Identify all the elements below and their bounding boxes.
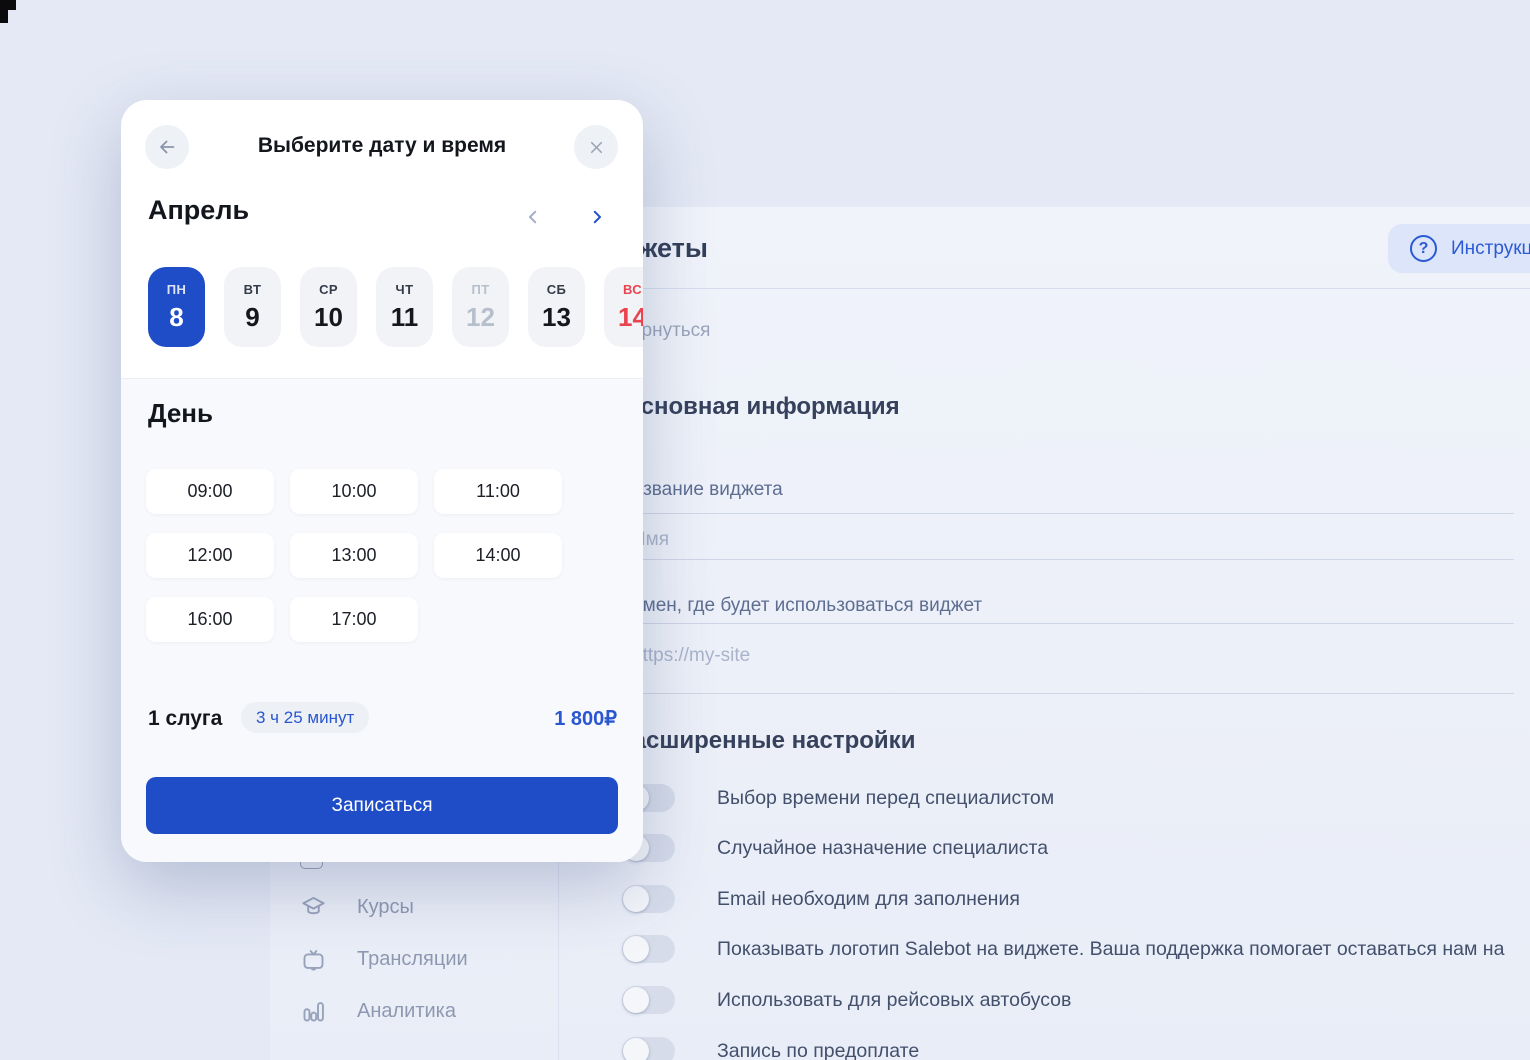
analytics-icon <box>300 998 327 1025</box>
instruction-button[interactable]: ? Инструкция <box>1388 224 1530 273</box>
book-button[interactable]: Записаться <box>146 777 618 834</box>
day-chip-11[interactable]: ЧТ 11 <box>376 267 433 347</box>
field-underline <box>619 693 1514 694</box>
field-underline <box>619 513 1514 514</box>
time-slot-11-00[interactable]: 11:00 <box>434 469 562 514</box>
total-price: 1 800₽ <box>554 706 617 731</box>
day-chip-14[interactable]: ВС 14 <box>604 267 643 347</box>
time-slot-13-00[interactable]: 13:00 <box>290 533 418 578</box>
widget-domain-input[interactable]: https://my-site <box>632 645 750 667</box>
toggle-label: Выбор времени перед специалистом <box>717 787 1054 810</box>
service-count: 1 слуга <box>148 707 222 731</box>
modal-close-button[interactable] <box>574 125 618 169</box>
sidebar-item-label: Трансляции <box>357 948 468 971</box>
widget-domain-label: Домен, где будет использоваться виджет <box>619 595 982 617</box>
time-slot-10-00[interactable]: 10:00 <box>290 469 418 514</box>
sidebar-item-courses[interactable]: Курсы <box>300 894 414 921</box>
day-chip-8[interactable]: ПН 8 <box>148 267 205 347</box>
day-of-week-label: ПН <box>167 282 187 297</box>
sidebar-item-label: Аналитика <box>357 1000 456 1023</box>
day-of-week-label: СБ <box>547 282 567 297</box>
toggle-knob <box>623 886 649 912</box>
day-of-week-label: ПТ <box>471 282 489 297</box>
time-slot-12-00[interactable]: 12:00 <box>146 533 274 578</box>
toggle-switch[interactable] <box>622 1037 675 1060</box>
day-of-week-label: СР <box>319 282 338 297</box>
toggle-switch[interactable] <box>622 935 675 963</box>
previous-month-button[interactable] <box>520 204 546 230</box>
day-chip-9[interactable]: ВТ 9 <box>224 267 281 347</box>
toggle-row: Выбор времени перед специалистом <box>622 784 1054 812</box>
day-number: 8 <box>169 302 183 333</box>
close-icon <box>587 138 606 157</box>
toggle-label: Показывать логотип Salebot на виджете. В… <box>717 938 1504 961</box>
toggle-row: Случайное назначение специалиста <box>622 834 1048 862</box>
duration-badge: 3 ч 25 минут <box>241 702 369 733</box>
toggle-row: Запись по предоплате <box>622 1037 919 1060</box>
field-underline <box>619 623 1514 624</box>
day-number: 12 <box>466 302 495 333</box>
days-row: ПН 8 ВТ 9 СР 10 ЧТ 11 ПТ 12 СБ 13 ВС 14 <box>148 267 643 347</box>
section-heading-basic-info: Основная информация <box>622 393 900 421</box>
day-chip-13[interactable]: СБ 13 <box>528 267 585 347</box>
time-slot-17-00[interactable]: 17:00 <box>290 597 418 642</box>
time-slot-09-00[interactable]: 09:00 <box>146 469 274 514</box>
toggle-knob <box>623 1038 649 1060</box>
chevron-right-icon <box>588 208 606 226</box>
toggle-switch[interactable] <box>622 885 675 913</box>
toggle-label: Использовать для рейсовых автобусов <box>717 989 1071 1012</box>
day-of-week-label: ВТ <box>244 282 262 297</box>
day-number: 11 <box>391 302 419 333</box>
toggle-row: Использовать для рейсовых автобусов <box>622 986 1071 1014</box>
modal-title: Выберите дату и время <box>121 134 643 158</box>
day-section-title: День <box>148 398 213 429</box>
screenshot-artifact <box>0 10 8 23</box>
toggle-row: Email необходим для заполнения <box>622 885 1020 913</box>
day-chip-10[interactable]: СР 10 <box>300 267 357 347</box>
header-divider <box>559 288 1530 289</box>
widgets-settings-panel: Виджеты ? Инструкция ← Вернуться Основна… <box>559 207 1530 1060</box>
toggle-switch[interactable] <box>622 986 675 1014</box>
time-slot-16-00[interactable]: 16:00 <box>146 597 274 642</box>
toggle-label: Случайное назначение специалиста <box>717 837 1048 860</box>
courses-icon <box>300 894 327 921</box>
broadcasts-icon <box>300 946 327 973</box>
day-of-week-label: ЧТ <box>396 282 414 297</box>
toggle-label: Запись по предоплате <box>717 1040 919 1060</box>
next-month-button[interactable] <box>584 204 610 230</box>
sidebar-item-analytics[interactable]: Аналитика <box>300 998 456 1025</box>
sidebar-item-broadcasts[interactable]: Трансляции <box>300 946 468 973</box>
section-heading-advanced: Расширенные настройки <box>617 727 915 755</box>
chevron-left-icon <box>524 208 542 226</box>
screenshot-artifact <box>0 0 16 10</box>
widget-name-label: Название виджета <box>619 479 783 501</box>
toggle-knob <box>623 987 649 1013</box>
day-of-week-label: ВС <box>623 282 642 297</box>
day-number: 10 <box>314 302 343 333</box>
toggle-label: Email необходим для заполнения <box>717 888 1020 911</box>
field-underline <box>619 559 1514 560</box>
time-slot-14-00[interactable]: 14:00 <box>434 533 562 578</box>
month-label: Апрель <box>148 195 249 226</box>
day-number: 13 <box>542 302 571 333</box>
sidebar-item-label: Курсы <box>357 896 414 919</box>
toggle-knob <box>623 936 649 962</box>
day-chip-12[interactable]: ПТ 12 <box>452 267 509 347</box>
day-number: 14 <box>618 302 643 333</box>
day-number: 9 <box>245 302 259 333</box>
toggle-row: Показывать логотип Salebot на виджете. В… <box>622 935 1504 963</box>
question-mark-icon: ? <box>1410 235 1437 262</box>
date-time-picker-modal: Выберите дату и время Апрель ПН 8 ВТ 9 СР 10 Ч… <box>121 100 643 862</box>
instruction-button-label: Инструкция <box>1451 238 1530 260</box>
